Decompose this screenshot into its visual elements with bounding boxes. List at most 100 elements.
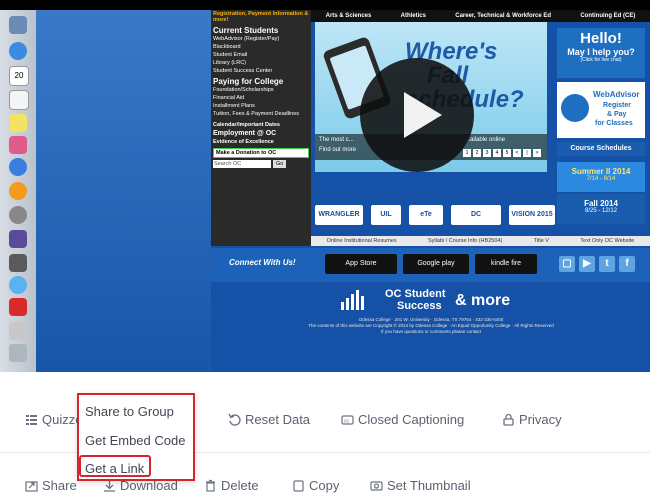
closed-captioning-button[interactable]: cc Closed Captioning xyxy=(341,412,464,427)
get-a-link-highlight xyxy=(79,455,151,477)
hello-text: Hello! xyxy=(580,30,622,47)
dc-logo: DC xyxy=(451,205,501,225)
success-line2: Success xyxy=(397,300,442,312)
copy-label: Copy xyxy=(309,478,340,493)
chat-widget: Hello! May I help you? (Click for live c… xyxy=(557,28,645,78)
wrangler-logo: WRANGLER EXPRESS xyxy=(315,205,363,238)
delete-button[interactable]: Delete xyxy=(204,478,259,493)
menu-top-label: Registration, Payment Information & more… xyxy=(213,11,309,23)
summer-widget: Summer II 2014 7/14 - 8/14 xyxy=(557,162,645,192)
finder-icon xyxy=(9,16,27,34)
reader-icon xyxy=(9,298,27,316)
menu-item: WebAdvisor (Register/Pay) xyxy=(213,36,280,42)
trash-icon xyxy=(9,344,27,362)
privacy-label: Privacy xyxy=(519,412,562,427)
google-play-badge: Google play xyxy=(403,254,469,274)
connect-title: Connect With Us! xyxy=(229,258,296,267)
photos-icon xyxy=(9,136,27,154)
pager-dot: 4 xyxy=(493,149,501,157)
vision-logo: VISION 2015 xyxy=(509,205,555,225)
site-side-widgets: Hello! May I help you? (Click for live c… xyxy=(557,28,645,228)
site-link: Online Institutional Resumes xyxy=(326,238,397,244)
webadvisor-text: WebAdvisor xyxy=(593,90,640,99)
menu-item: Installment Plans xyxy=(213,103,255,109)
video-top-bar xyxy=(0,0,650,10)
topnav-item: Arts & Sciences xyxy=(325,13,372,19)
menu-item: Student Email xyxy=(213,52,248,58)
topnav-item: Continuing Ed (CE) xyxy=(580,13,636,19)
partner-logos: WRANGLER EXPRESS UIL eTe DC VISION 2015 xyxy=(315,200,645,238)
mac-dock: 20 xyxy=(0,10,36,372)
hero-pager: 1 2 3 4 5 < | > xyxy=(463,149,541,157)
summer-text: Summer II 2014 xyxy=(571,167,631,176)
play-icon xyxy=(404,92,442,138)
menu-item: Financial Aid xyxy=(213,95,245,101)
pager-dot: < xyxy=(513,149,521,157)
calendar-icon: 20 xyxy=(9,66,29,86)
course-schedules-link: Course Schedules xyxy=(557,142,645,156)
itunes-icon xyxy=(9,158,27,176)
pager-dot: | xyxy=(523,149,531,157)
linkedin-icon: ▢ xyxy=(559,256,575,272)
site-footer: Odessa College · 201 W. University · Ode… xyxy=(251,317,611,335)
share-icon xyxy=(25,481,38,492)
kindle-badge: kindle fire xyxy=(475,254,537,274)
register-text: Register xyxy=(603,102,632,109)
copy-button[interactable]: Copy xyxy=(292,478,339,493)
closed-captioning-label: Closed Captioning xyxy=(358,412,465,427)
delete-label: Delete xyxy=(221,478,259,493)
play-button[interactable] xyxy=(360,58,474,172)
bars-icon xyxy=(341,290,377,310)
menu-item: Evidence of Excellence xyxy=(213,139,274,145)
menu-item: Foundation/Scholarships xyxy=(213,87,274,93)
menu-item: Blackboard xyxy=(213,44,241,50)
reset-icon xyxy=(228,413,241,426)
set-thumbnail-button[interactable]: Set Thumbnail xyxy=(370,478,471,493)
svg-text:cc: cc xyxy=(344,419,350,425)
uil-logo: UIL xyxy=(371,205,401,225)
pay-text: & Pay xyxy=(607,111,627,118)
hero-caption: The most c... xyxy=(319,137,354,143)
desktop-background xyxy=(36,10,211,372)
menu-item: Tuition, Fees & Payment Deadlines xyxy=(213,111,300,117)
site-link: Title V xyxy=(533,238,549,244)
pager-dot: 3 xyxy=(483,149,491,157)
menu-item: Employment @ OC xyxy=(213,130,277,137)
app-store-badge: App Store xyxy=(325,254,397,274)
site-search: Search OC Go xyxy=(213,160,309,168)
donation-button: Make a Donation to OC xyxy=(213,148,309,158)
hero-caption: Find out more xyxy=(319,147,357,153)
site-link: Syllabi / Course Info (HB2504) xyxy=(427,238,503,244)
site-menu: Registration, Payment Information & more… xyxy=(211,10,311,246)
help-text: May I help you? xyxy=(567,47,635,57)
copy-icon xyxy=(293,480,304,492)
current-students-heading: Current Students xyxy=(213,26,279,35)
menu-item: Student Success Center xyxy=(213,68,273,74)
success-more: & more xyxy=(455,292,511,309)
pdf-icon xyxy=(9,322,27,340)
drive-icon xyxy=(9,254,27,272)
topnav-item: Athletics xyxy=(400,13,426,19)
pager-dot: 5 xyxy=(503,149,511,157)
register-seal-icon xyxy=(561,94,589,122)
get-embed-code-item[interactable]: Get Embed Code xyxy=(85,433,185,448)
webadvisor-widget: WebAdvisor Register & Pay for Classes xyxy=(557,82,645,138)
reset-data-button[interactable]: Reset Data xyxy=(228,412,310,427)
site-topnav: Arts & Sciences Athletics Career, Techni… xyxy=(311,10,650,22)
success-line1: OC Student xyxy=(385,288,446,300)
stickies-icon xyxy=(9,114,27,132)
site-search-go: Go xyxy=(273,160,287,168)
share-button[interactable]: Share xyxy=(25,478,77,493)
connect-bar: Connect With Us! App Store Google play k… xyxy=(211,248,650,282)
hero-caption: ...ailable online xyxy=(465,137,506,143)
topnav-item: Career, Technical & Workforce Ed xyxy=(455,13,552,19)
camera-icon xyxy=(370,481,383,491)
privacy-button[interactable]: Privacy xyxy=(502,412,562,427)
video-player[interactable]: 20 Registration, Payment Information & m… xyxy=(0,0,650,372)
share-to-group-item[interactable]: Share to Group xyxy=(85,404,174,419)
share-label: Share xyxy=(42,478,77,493)
menu-item: Library (LRC) xyxy=(213,60,247,66)
site-search-field: Search OC xyxy=(213,160,271,168)
pager-dot: > xyxy=(533,149,541,157)
ibooks-icon xyxy=(9,182,27,200)
